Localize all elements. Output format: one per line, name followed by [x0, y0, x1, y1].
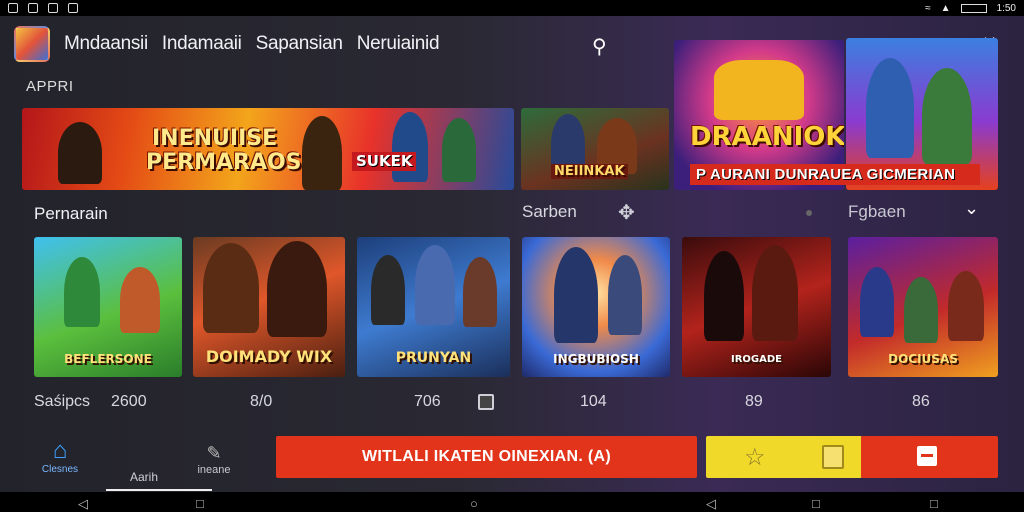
card-stat: 2600	[111, 393, 147, 410]
recents-icon[interactable]: □	[812, 496, 820, 511]
banner-character	[302, 116, 342, 190]
game-card[interactable]: IROGADE	[682, 237, 831, 377]
home-system-icon[interactable]: ○	[470, 496, 478, 511]
filter-label[interactable]: Fgbaen	[848, 202, 906, 222]
search-icon[interactable]: ⚲	[592, 36, 614, 58]
card-character	[64, 257, 100, 327]
wishlist-button[interactable]: ☆	[706, 436, 862, 478]
card-stat: 8/0	[250, 393, 273, 410]
notification-icon	[8, 3, 18, 13]
card-badge-icon	[478, 394, 494, 410]
banner-character	[866, 58, 914, 158]
card-character	[463, 257, 497, 327]
bookmark-icon	[822, 445, 844, 469]
install-button[interactable]: WITLALI IKATEN OINEXIAN. (A)	[276, 436, 697, 478]
banner-caption: P AURANI DUNRAUEA GICMERIAN	[690, 164, 980, 185]
game-card[interactable]: DOCIUSAS	[848, 237, 998, 377]
card-character	[415, 245, 455, 325]
nav-apps[interactable]: Aarih	[130, 470, 158, 484]
nav-home-label: Clesnes	[41, 464, 79, 475]
notification-icon	[68, 3, 78, 13]
card-character	[948, 271, 984, 341]
recents-icon[interactable]: □	[930, 496, 938, 511]
card-stat: 86	[912, 393, 930, 410]
hero-banner-2[interactable]: NEIINKAK	[521, 108, 669, 190]
notification-icon	[48, 3, 58, 13]
recents-icon[interactable]: □	[196, 496, 204, 511]
card-title: IROGADE	[730, 354, 782, 365]
games-icon: ✎	[206, 443, 222, 463]
sort-label[interactable]: Sarben	[522, 202, 577, 222]
card-character	[752, 245, 798, 341]
nav-games[interactable]: ✎ ineane	[190, 442, 238, 476]
banner-emblem	[714, 60, 804, 120]
card-character	[608, 255, 642, 335]
back-icon[interactable]: ◁	[78, 496, 88, 512]
status-notifications	[8, 3, 78, 13]
card-stat: 89	[745, 393, 763, 410]
card-character	[203, 243, 259, 333]
banner-title: DRAANIOK	[690, 122, 844, 152]
share-button[interactable]	[861, 436, 998, 478]
app-window: Mndaansii Indamaaii Sapansian Neruiainid…	[0, 16, 1024, 492]
status-system-icons: ≈ ▲ 1:50	[925, 3, 1016, 14]
tab-2[interactable]: Indamaaii	[162, 33, 242, 55]
card-character	[267, 241, 327, 337]
card-title: DOCIUSAS	[888, 352, 958, 366]
section-title: Pernarain	[34, 204, 108, 223]
card-character	[860, 267, 894, 337]
banner-title: NEIINKAK	[551, 164, 628, 179]
card-character	[120, 267, 160, 333]
battery-icon	[960, 3, 987, 13]
banner-title: PERMARAOS	[146, 150, 302, 175]
nav-home[interactable]: ⌂ Clesnes	[38, 437, 82, 476]
nav-active-indicator	[106, 489, 212, 491]
chevron-down-icon[interactable]: ⌄	[964, 198, 979, 219]
game-card[interactable]: PRUNYAN	[357, 237, 510, 377]
banner-character	[922, 68, 972, 164]
stats-label: Saśipcs	[34, 393, 91, 410]
game-card[interactable]: BEFLERSONE	[34, 237, 182, 377]
wifi-icon: ≈	[925, 2, 931, 14]
banner-character	[58, 122, 102, 184]
status-bar: ≈ ▲ 1:50	[0, 0, 1024, 16]
banner-title: INENUIISE	[152, 126, 278, 151]
card-title: DOIMADY WIX	[205, 347, 333, 366]
card-title: INGBUBIOSH	[553, 352, 639, 366]
app-logo[interactable]	[14, 26, 50, 62]
back-icon[interactable]: ◁	[706, 496, 716, 512]
card-title: PRUNYAN	[395, 350, 472, 366]
card-character	[704, 251, 744, 341]
card-title: BEFLERSONE	[64, 352, 152, 366]
tab-1[interactable]: Mndaansii	[64, 33, 148, 55]
game-card[interactable]: INGBUBIOSH	[522, 237, 670, 377]
status-time: 1:50	[996, 2, 1016, 14]
divider-dot	[806, 210, 812, 216]
system-nav-bar: ◁ □ ○ ◁ □ □	[0, 492, 1024, 512]
game-card[interactable]: DOIMADY WIX	[193, 237, 345, 377]
home-icon: ⌂	[52, 437, 68, 464]
card-character	[554, 247, 598, 343]
banner-character	[442, 118, 476, 182]
card-character	[371, 255, 405, 325]
card-stat: 104	[580, 393, 607, 410]
banner-character	[392, 112, 428, 182]
notification-icon	[28, 3, 38, 13]
sort-icon[interactable]: ✥	[618, 200, 635, 225]
hero-banner-1[interactable]: INENUIISE PERMARAOS SUKEK	[22, 108, 514, 190]
top-nav: Mndaansii Indamaaii Sapansian Neruiainid	[14, 24, 440, 64]
share-icon	[917, 446, 937, 466]
nav-games-label: ineane	[197, 464, 231, 476]
signal-icon: ▲	[940, 2, 951, 14]
tab-4[interactable]: Neruiainid	[357, 33, 440, 55]
card-character	[904, 277, 938, 343]
banner-subtitle: SUKEK	[352, 152, 417, 171]
section-label-apps: APPRI	[26, 78, 74, 95]
star-icon: ☆	[744, 444, 766, 471]
card-stat: 706	[414, 393, 441, 410]
tab-3[interactable]: Sapansian	[256, 33, 343, 55]
